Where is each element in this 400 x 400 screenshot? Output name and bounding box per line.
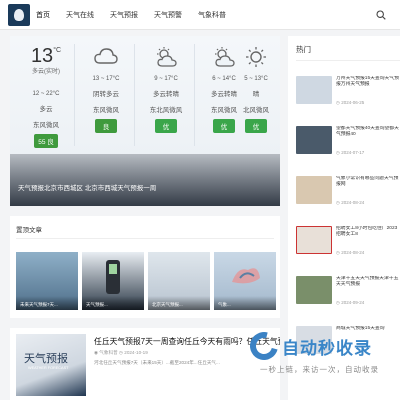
- hot-item-title[interactable]: 气象小常识有哪些问题天气预报网: [336, 176, 400, 196]
- hot-thumbnail[interactable]: [296, 226, 332, 254]
- map-icon: [232, 268, 260, 284]
- weather-banner[interactable]: 13 °C 多云(实时) 12 ~ 22°C 多云 东风微风 55 良 13 ~…: [10, 36, 280, 206]
- featured-card[interactable]: 北京天气预报...: [148, 252, 210, 310]
- hot-item[interactable]: 气象小常识有哪些问题天气预报网 2024-08-24: [296, 176, 400, 214]
- hot-thumbnail[interactable]: [296, 276, 332, 304]
- day4-cond: 晴: [252, 91, 260, 98]
- hot-item-title[interactable]: 招聘女工8小时包吃住厂2023 招聘女工8: [336, 226, 400, 246]
- hot-item-date: 2024-09-24: [336, 300, 364, 306]
- article-thumbnail[interactable]: 天气预报 WEATHER FORECAST: [16, 334, 86, 396]
- hot-thumbnail[interactable]: [296, 126, 332, 154]
- day2-wind: 东北风微风: [149, 107, 183, 114]
- search-icon[interactable]: [376, 10, 386, 20]
- watermark-logo-icon: [244, 326, 284, 366]
- watermark-slogan: 一秒上链，来访一次，自动收录: [260, 365, 379, 374]
- featured-caption[interactable]: 未来天气预报7天...: [16, 296, 78, 310]
- hot-item[interactable]: 万州天气预报15天查询天气预报万州天气预报 2024-06-25: [296, 76, 400, 114]
- day1-range: 13 ~ 17°C: [92, 76, 120, 82]
- hot-thumbnail[interactable]: [296, 76, 332, 104]
- featured-caption[interactable]: 天气预报...: [82, 296, 144, 310]
- day1-aqi: 良: [95, 119, 117, 133]
- hot-item-date: 2024-07-17: [336, 150, 364, 156]
- forecast-day-4: 5 ~ 13°C 晴 北风微风 优: [232, 44, 280, 134]
- current-condition: 多云(实时): [32, 69, 60, 75]
- banner-caption[interactable]: 天气预报北京市西城区 北京市西城天气预报一周: [18, 182, 156, 192]
- today-range: 12 ~ 22°C: [32, 91, 60, 97]
- site-header: 首页 天气在线 天气预报 天气预警 气象科普: [0, 0, 400, 30]
- forecast-day-1: 13 ~ 17°C 阴转多云 东风微风 良: [80, 44, 132, 134]
- hot-item[interactable]: 招聘女工8小时包吃住厂2023 招聘女工8 2024-08-24: [296, 226, 400, 264]
- forecast-day-2: 9 ~ 17°C 多云转晴 东北风微风 优: [140, 44, 192, 134]
- nav-weather-warning[interactable]: 天气预警: [154, 10, 182, 20]
- partly-cloudy-icon: [157, 47, 177, 67]
- hot-title: 热门: [296, 45, 311, 54]
- featured-caption[interactable]: 北京天气预报...: [148, 296, 210, 310]
- day1-wind: 东风微风: [93, 107, 119, 114]
- watermark-brand: 自动秒收录: [282, 339, 372, 358]
- cloud-icon: [94, 48, 118, 64]
- today-wind: 东风微风: [33, 122, 59, 129]
- featured-card[interactable]: 未来天气预报7天...: [16, 252, 78, 310]
- day1-cond: 阴转多云: [93, 91, 119, 98]
- article-date: 2024-10-19: [124, 350, 148, 355]
- nav-weather-forecast[interactable]: 天气预报: [110, 10, 138, 20]
- day2-range: 9 ~ 17°C: [154, 76, 178, 82]
- device-icon: [106, 260, 120, 294]
- watermark: 自动秒收录 一秒上链，来访一次，自动收录: [244, 326, 400, 378]
- article-thumb-title: 天气预报: [24, 352, 68, 365]
- article-card[interactable]: 天气预报 WEATHER FORECAST 任丘天气预报7天一周查询任丘今天有雨…: [10, 328, 280, 400]
- day4-aqi: 优: [245, 119, 267, 133]
- nav-science[interactable]: 气象科普: [198, 10, 226, 20]
- hot-item-title[interactable]: 万州天气预报15天查询天气预报万州天气预报: [336, 76, 400, 96]
- hot-item-date: 2024-08-24: [336, 200, 364, 206]
- nav-home[interactable]: 首页: [36, 10, 50, 20]
- featured-section: 置顶文章 未来天气预报7天... 天气预报... 北京天气预报... 气象...: [10, 216, 280, 318]
- today-cond: 多云: [39, 106, 53, 113]
- day2-cond: 多云转晴: [153, 91, 179, 98]
- featured-caption[interactable]: 气象...: [214, 296, 276, 310]
- aqi-badge: 55 良: [34, 134, 58, 148]
- article-meta: ◉ 气象科普 ◷ 2024-10-19: [94, 350, 148, 356]
- nav-weather-online[interactable]: 天气在线: [66, 10, 94, 20]
- featured-card[interactable]: 天气预报...: [82, 252, 144, 310]
- featured-title: 置顶文章: [16, 227, 42, 234]
- main-nav: 首页 天气在线 天气预报 天气预警 气象科普: [36, 0, 242, 30]
- temp-unit: °C: [53, 47, 62, 54]
- day2-aqi: 优: [155, 119, 177, 133]
- sun-icon: [246, 47, 266, 67]
- site-logo[interactable]: [8, 4, 30, 26]
- hot-item[interactable]: 天津十五天天气预报天津十五天天气预报 2024-09-24: [296, 276, 400, 314]
- hot-item-date: 2024-06-25: [336, 100, 364, 106]
- weather-today: 13 °C 多云(实时) 12 ~ 22°C 多云 东风微风 55 良: [20, 46, 72, 149]
- hot-item-title[interactable]: 天津十五天天气预报天津十五天天气预报: [336, 276, 400, 296]
- hot-thumbnail[interactable]: [296, 176, 332, 204]
- featured-card[interactable]: 气象...: [214, 252, 276, 310]
- current-temp: 13: [30, 45, 54, 67]
- article-thumb-subtitle: WEATHER FORECAST: [28, 366, 69, 370]
- day4-wind: 北风微风: [243, 107, 269, 114]
- day4-range: 5 ~ 13°C: [244, 76, 268, 82]
- hot-item-date: 2024-08-24: [336, 250, 364, 256]
- hot-item[interactable]: 望都天气预报40天查询望都天气预报40 2024-07-17: [296, 126, 400, 164]
- hot-item-title[interactable]: 望都天气预报40天查询望都天气预报40: [336, 126, 400, 146]
- article-summary: 河北任丘天气预报7天（未来15天）...截至2024年...任丘天气...: [94, 360, 220, 365]
- article-author[interactable]: 气象科普: [99, 350, 117, 355]
